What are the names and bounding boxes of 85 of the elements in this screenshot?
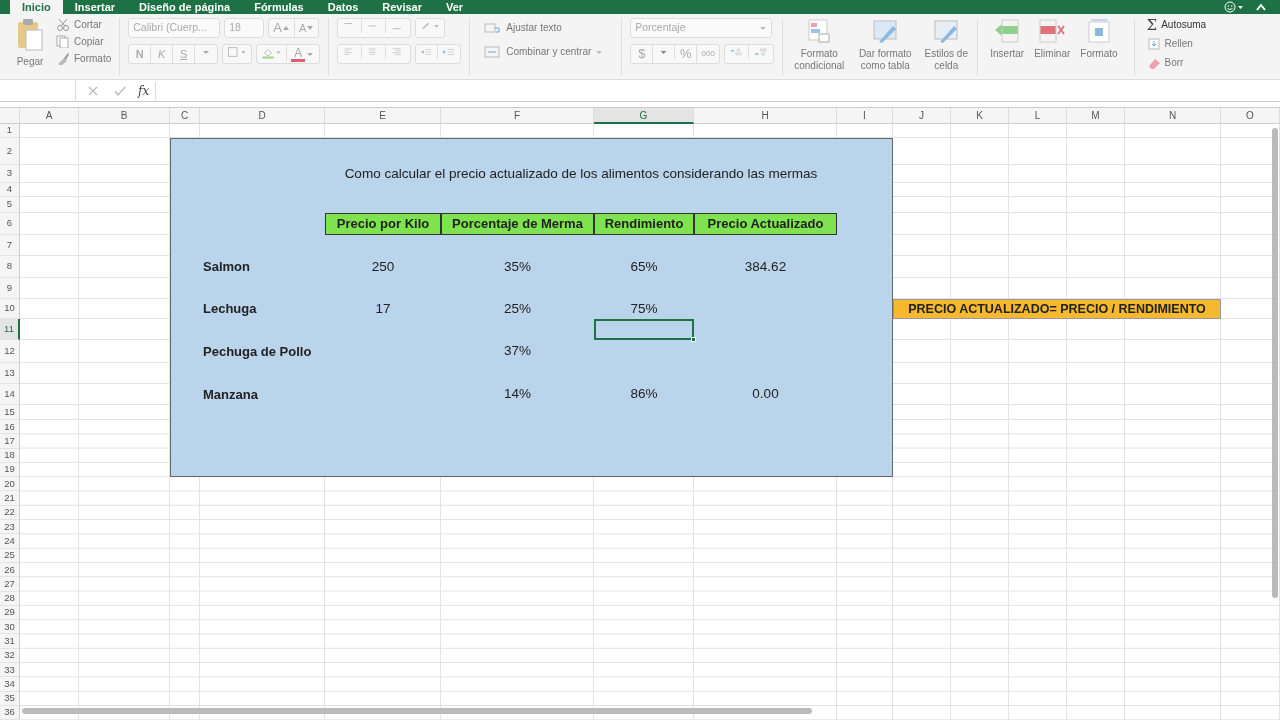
- format-painter-button[interactable]: Formato: [56, 52, 112, 65]
- row-header[interactable]: 11: [0, 319, 20, 340]
- cells-button[interactable]: Insertar: [990, 18, 1025, 76]
- editing-button[interactable]: Σ Autosuma: [1146, 18, 1207, 32]
- table-cell-text: 14%: [503, 385, 532, 404]
- ribbon-tab[interactable]: Ver: [434, 0, 476, 14]
- table-cell-text: 86%: [629, 385, 659, 404]
- column-header[interactable]: O: [1221, 108, 1280, 124]
- ribbon-tab[interactable]: Diseño de página: [127, 0, 243, 14]
- styles-button[interactable]: Formato condicional: [791, 18, 848, 76]
- ribbon-tab[interactable]: Revisar: [370, 0, 434, 14]
- row-header[interactable]: 9: [0, 278, 20, 299]
- column-header[interactable]: N: [1125, 108, 1221, 124]
- table-cell-text: 0.00: [751, 385, 780, 404]
- column-header[interactable]: L: [1009, 108, 1067, 124]
- paste-button[interactable]: Pegar: [16, 18, 44, 76]
- table-cell-text: 35%: [503, 257, 532, 276]
- row-header[interactable]: 31: [0, 634, 20, 649]
- styles-button[interactable]: Estilos de celda: [923, 18, 970, 76]
- column-header[interactable]: H: [694, 108, 837, 124]
- item-name: Lechuga: [202, 300, 258, 319]
- column-header[interactable]: J: [893, 108, 951, 124]
- row-header[interactable]: 13: [0, 363, 20, 384]
- item-name: Pechuga de Pollo: [202, 342, 313, 361]
- column-header[interactable]: I: [837, 108, 893, 124]
- merge-center-button[interactable]: Combinar y centrar: [484, 46, 604, 58]
- ribbon-tab[interactable]: Datos: [315, 0, 371, 14]
- row-header[interactable]: 15: [0, 405, 20, 420]
- row-header[interactable]: 14: [0, 384, 20, 405]
- row-header[interactable]: 8: [0, 256, 20, 278]
- table-cell-text: 37%: [503, 342, 532, 361]
- row-header[interactable]: 2: [0, 138, 20, 165]
- column-header[interactable]: A: [20, 108, 79, 124]
- row-header[interactable]: 20: [0, 477, 20, 492]
- cells-button[interactable]: Eliminar: [1034, 18, 1071, 76]
- column-header[interactable]: M: [1067, 108, 1125, 124]
- row-header[interactable]: 4: [0, 183, 20, 197]
- row-header[interactable]: 34: [0, 677, 20, 692]
- row-header[interactable]: 10: [0, 299, 20, 319]
- editing-button[interactable]: Rellen: [1146, 37, 1207, 51]
- row-header[interactable]: 27: [0, 577, 20, 592]
- column-heading: Precio por Kilo: [325, 213, 441, 235]
- editing-button[interactable]: Borr: [1146, 56, 1207, 70]
- item-name: Salmon: [202, 258, 251, 277]
- table-cell-text: 17: [374, 299, 392, 318]
- row-header[interactable]: 1: [0, 124, 20, 138]
- column-heading: Rendimiento: [594, 213, 694, 235]
- styles-button[interactable]: Dar formato como tabla: [853, 18, 918, 76]
- row-header[interactable]: 3: [0, 165, 20, 183]
- row-header[interactable]: 21: [0, 491, 20, 506]
- ribbon-tab[interactable]: Insertar: [62, 0, 128, 14]
- table-title: Como calcular el precio actualizado de los alimentos considerando las mermas: [343, 165, 819, 183]
- column-header[interactable]: B: [79, 108, 170, 124]
- row-header[interactable]: 7: [0, 235, 20, 256]
- row-header[interactable]: 33: [0, 663, 20, 678]
- row-header[interactable]: 17: [0, 434, 20, 449]
- table-cell-text: 384.62: [743, 257, 788, 276]
- wrap-text-button[interactable]: Ajustar texto: [484, 22, 604, 34]
- column-header[interactable]: D: [200, 108, 325, 124]
- table-cell-text: 75%: [629, 299, 659, 318]
- table-cell-text: 250: [370, 257, 396, 276]
- row-header[interactable]: 23: [0, 520, 20, 535]
- ribbon-tab[interactable]: Fórmulas: [242, 0, 316, 14]
- row-header[interactable]: 5: [0, 197, 20, 213]
- function-button[interactable]: fx: [132, 81, 157, 100]
- item-name: Manzana: [202, 385, 259, 404]
- row-header[interactable]: 16: [0, 420, 20, 435]
- row-header[interactable]: 30: [0, 620, 20, 635]
- row-header[interactable]: 24: [0, 534, 20, 549]
- cut-button[interactable]: Cortar: [56, 18, 112, 31]
- cells-button[interactable]: Formato: [1080, 18, 1118, 76]
- table-cell-text: 25%: [503, 299, 532, 318]
- ribbon-tab[interactable]: Inicio: [10, 0, 63, 14]
- table-cell-text: 65%: [629, 257, 659, 276]
- row-header[interactable]: 12: [0, 340, 20, 363]
- copy-button[interactable]: Copiar: [56, 35, 112, 48]
- column-header[interactable]: F: [441, 108, 594, 124]
- row-header[interactable]: 6: [0, 213, 20, 235]
- column-header[interactable]: K: [951, 108, 1009, 124]
- column-header[interactable]: G: [594, 108, 694, 124]
- column-header[interactable]: C: [170, 108, 200, 124]
- formula-note: PRECIO ACTUALIZADO= PRECIO / RENDIMIENTO: [893, 299, 1221, 319]
- column-heading: Porcentaje de Merma: [441, 213, 594, 235]
- column-header[interactable]: E: [325, 108, 441, 124]
- column-heading: Precio Actualizado: [694, 213, 837, 235]
